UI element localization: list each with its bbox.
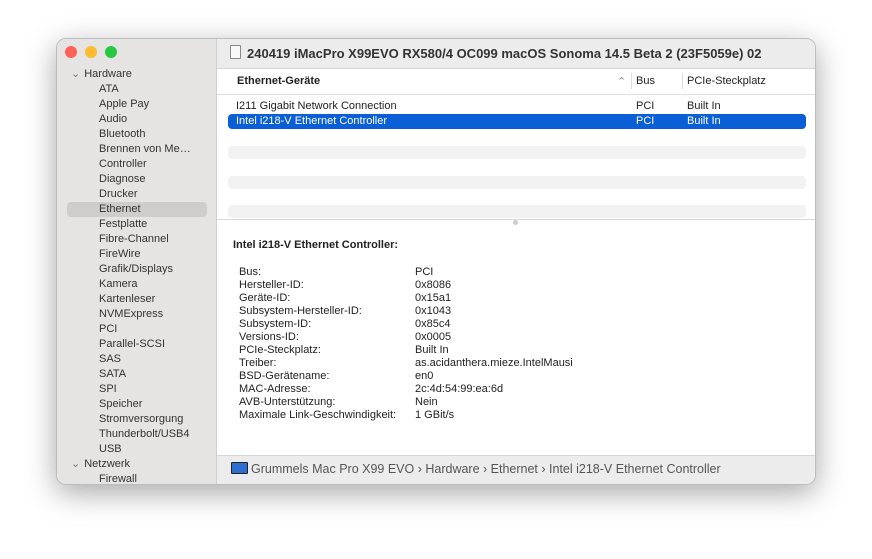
sidebar-item[interactable]: Firewall xyxy=(99,472,137,484)
field-label: Versions-ID: xyxy=(239,331,299,343)
field-label: AVB-Unterstützung: xyxy=(239,396,336,408)
field-value: Built In xyxy=(415,344,449,356)
empty-row xyxy=(228,205,806,218)
sidebar-section-netzwerk[interactable]: ⌄ Netzwerk xyxy=(71,457,130,472)
breadcrumb-ethernet[interactable]: Ethernet xyxy=(491,462,538,476)
field-value: 2c:4d:54:99:ea:6d xyxy=(415,383,504,395)
sidebar-item[interactable]: ATA xyxy=(99,82,119,97)
column-header-device[interactable]: Ethernet-Geräte xyxy=(237,75,320,87)
bus: PCI xyxy=(636,100,655,112)
window-title: 240419 iMacPro X99EVO RX580/4 OC099 macO… xyxy=(247,46,762,61)
minimize-button[interactable] xyxy=(85,46,97,58)
sidebar-section-hardware[interactable]: ⌄ Hardware xyxy=(71,67,132,82)
computer-icon xyxy=(231,462,248,474)
sidebar-item[interactable]: PCI xyxy=(99,322,117,337)
title-bar: 240419 iMacPro X99EVO RX580/4 OC099 macO… xyxy=(217,39,815,69)
sidebar-item[interactable]: Stromversorgung xyxy=(99,412,183,427)
sidebar-item[interactable]: Audio xyxy=(99,112,127,127)
sidebar-item[interactable]: Parallel-SCSI xyxy=(99,337,165,352)
sidebar-item[interactable]: SPI xyxy=(99,382,117,397)
breadcrumb-hardware[interactable]: Hardware xyxy=(425,462,479,476)
empty-row xyxy=(228,176,806,189)
pcie-slot: Built In xyxy=(687,100,721,112)
sidebar-item[interactable]: NVMExpress xyxy=(99,307,163,322)
device-name: I211 Gigabit Network Connection xyxy=(236,100,397,112)
column-header-bus[interactable]: Bus xyxy=(636,75,655,87)
field-value: 0x8086 xyxy=(415,279,452,291)
field-label: Treiber: xyxy=(239,357,277,369)
field-value: 0x0005 xyxy=(415,331,452,343)
sidebar-item[interactable]: Drucker xyxy=(99,187,138,202)
table-row[interactable]: I211 Gigabit Network Connection PCI Buil… xyxy=(228,99,806,114)
chevron-down-icon[interactable]: ⌄ xyxy=(71,68,80,80)
field-value: 0x15a1 xyxy=(415,292,452,304)
breadcrumb-computer[interactable]: Grummels Mac Pro X99 EVO xyxy=(251,462,414,476)
sidebar-item[interactable]: Kartenleser xyxy=(99,292,155,307)
sidebar-item[interactable]: Fibre-Channel xyxy=(99,232,169,247)
field-value: 0x1043 xyxy=(415,305,452,317)
field-label: Subsystem-ID: xyxy=(239,318,312,330)
sidebar-item[interactable]: SATA xyxy=(99,367,126,382)
split-handle[interactable] xyxy=(513,220,518,225)
system-information-window: ⌄ Hardware ATA Apple Pay Audio Bluetooth Brenn… xyxy=(56,38,816,485)
breadcrumb: Grummels Mac Pro X99 EVO › Hardware › Et… xyxy=(217,455,815,484)
sidebar-item[interactable]: Festplatte xyxy=(99,217,147,232)
field-label: Geräte-ID: xyxy=(239,292,291,304)
sidebar-item[interactable]: Apple Pay xyxy=(99,97,149,112)
sidebar-item[interactable]: Thunderbolt/USB4 xyxy=(99,427,190,442)
window-controls xyxy=(65,46,117,58)
bus: PCI xyxy=(636,115,655,127)
table-row-selected[interactable]: Intel i218-V Ethernet Controller PCI Bui… xyxy=(228,114,806,129)
field-label: BSD-Gerätename: xyxy=(239,370,330,382)
field-value: as.acidanthera.mieze.IntelMausi xyxy=(415,357,573,369)
chevron-down-icon[interactable]: ⌄ xyxy=(71,458,80,470)
sidebar-item[interactable]: Controller xyxy=(99,157,147,172)
sidebar-item[interactable]: Ethernet xyxy=(99,202,141,217)
column-header-pcie-slot[interactable]: PCIe-Steckplatz xyxy=(687,75,766,87)
sidebar-item[interactable]: Diagnose xyxy=(99,172,145,187)
section-label: Hardware xyxy=(84,68,132,80)
sidebar-item[interactable]: FireWire xyxy=(99,247,141,262)
field-label: Subsystem-Hersteller-ID: xyxy=(239,305,362,317)
document-icon xyxy=(230,45,241,59)
sort-chevron-up-icon[interactable]: ⌃ xyxy=(617,75,626,88)
field-value: PCI xyxy=(415,266,434,278)
section-label: Netzwerk xyxy=(84,458,131,470)
field-label: Maximale Link-Geschwindigkeit: xyxy=(239,409,397,421)
breadcrumb-device[interactable]: Intel i218-V Ethernet Controller xyxy=(549,462,721,476)
field-label: Hersteller-ID: xyxy=(239,279,304,291)
field-value: en0 xyxy=(415,370,434,382)
pcie-slot: Built In xyxy=(687,115,721,127)
detail-title: Intel i218-V Ethernet Controller: xyxy=(233,239,399,251)
table-header: Ethernet-Geräte ⌃ Bus PCIe-Steckplatz xyxy=(217,68,815,95)
field-value: 0x85c4 xyxy=(415,318,451,330)
field-value: 1 GBit/s xyxy=(415,409,455,421)
field-label: MAC-Adresse: xyxy=(239,383,311,395)
sidebar-item[interactable]: USB xyxy=(99,442,122,457)
field-label: Bus: xyxy=(239,266,262,278)
field-label: PCIe-Steckplatz: xyxy=(239,344,321,356)
sidebar-item[interactable]: Brennen von Me… xyxy=(99,142,191,157)
zoom-button[interactable] xyxy=(105,46,117,58)
close-button[interactable] xyxy=(65,46,77,58)
sidebar: ⌄ Hardware ATA Apple Pay Audio Bluetooth Brenn… xyxy=(57,39,217,484)
sidebar-item[interactable]: SAS xyxy=(99,352,121,367)
sidebar-item[interactable]: Grafik/Displays xyxy=(99,262,173,277)
device-name: Intel i218-V Ethernet Controller xyxy=(236,115,388,127)
sidebar-item[interactable]: Speicher xyxy=(99,397,142,412)
sidebar-item[interactable]: Kamera xyxy=(99,277,138,292)
field-value: Nein xyxy=(415,396,438,408)
empty-row xyxy=(228,146,806,159)
detail-pane: Intel i218-V Ethernet Controller: Bus: PC… xyxy=(217,219,815,459)
sidebar-item[interactable]: Bluetooth xyxy=(99,127,145,142)
